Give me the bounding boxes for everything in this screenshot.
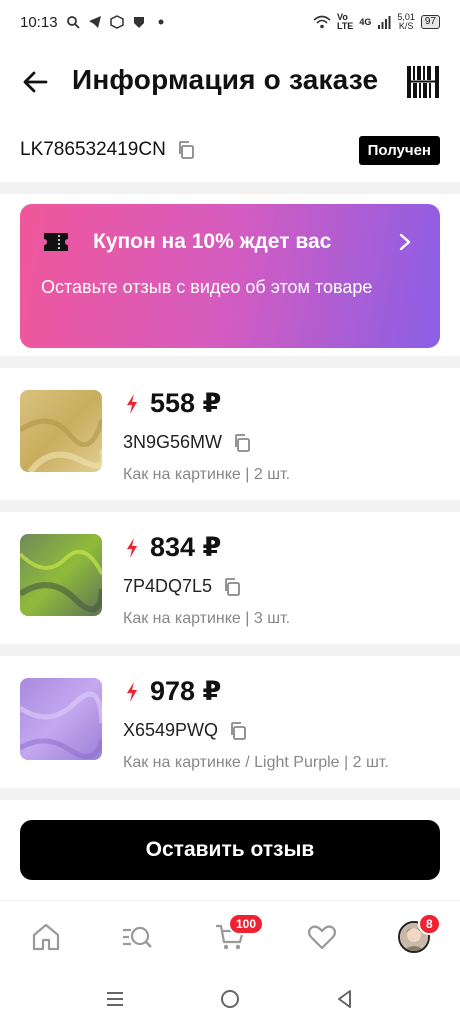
price-row: 558 ₽: [124, 388, 221, 419]
barcode-icon[interactable]: [406, 64, 440, 100]
dot-status-icon: [158, 19, 164, 25]
tracking-number: LK786532419CN: [20, 139, 166, 160]
cart-badge: 100: [228, 913, 265, 935]
copy-sku-icon[interactable]: [232, 433, 252, 453]
coupon-text: Оставьте отзыв с видео об этом товаре: [41, 277, 373, 297]
speed-label: 5,01 K/S: [397, 12, 415, 31]
product-image-1[interactable]: [20, 390, 102, 472]
divider: [0, 182, 460, 194]
product-image-2[interactable]: [20, 534, 102, 616]
copy-sku-icon[interactable]: [228, 721, 248, 741]
menu-lines-icon[interactable]: [104, 988, 126, 1010]
product-item: 558 ₽ 3N9G56MW Как на картинке | 2 шт.: [0, 366, 460, 498]
back-triangle-icon[interactable]: [334, 988, 356, 1010]
product-price: 558 ₽: [150, 388, 222, 418]
status-left: 10:13: [20, 14, 168, 31]
status-time: 10:13: [20, 13, 58, 31]
product-item: 834 ₽ 7P4DQ7L5 Как на картинке | 3 шт.: [0, 510, 460, 642]
back-arrow-icon[interactable]: [20, 66, 52, 98]
profile-badge: 8: [418, 913, 441, 935]
sku-row: 3N9G56MW: [123, 432, 252, 453]
order-row: LK786532419CN Получен: [20, 132, 440, 168]
sku-row: X6549PWQ: [123, 720, 248, 741]
status-bar: 10:13 Vo LTE 4G 5,01 K/S 97: [0, 0, 460, 44]
net-type-label: Vo LTE: [336, 12, 354, 31]
lightning-icon: [127, 393, 137, 414]
lightning-icon: [127, 537, 137, 558]
product-variant: Как на картинке | 3 шт.: [123, 610, 291, 627]
chevron-right-icon: [399, 233, 411, 251]
header: Информация о заказе: [0, 52, 460, 112]
divider: [0, 788, 460, 800]
system-nav-bar: [0, 972, 460, 1024]
page-title: Информация о заказе: [72, 64, 379, 95]
coupon-banner[interactable]: Купон на 10% ждет вас Оставьте отзыв с в…: [20, 204, 440, 348]
copy-tracking-icon[interactable]: [176, 140, 196, 160]
product-variant: Как на картинке | 2 шт.: [123, 466, 291, 483]
lightning-icon: [127, 681, 137, 702]
home-icon[interactable]: [30, 921, 62, 953]
ticket-icon: [44, 233, 68, 251]
wifi-icon: [313, 15, 331, 29]
copy-sku-icon[interactable]: [222, 577, 242, 597]
product-sku: 3N9G56MW: [123, 432, 223, 452]
signal-label: 4G: [359, 17, 372, 27]
bottom-nav: 100 8: [0, 900, 460, 972]
sku-row: 7P4DQ7L5: [123, 576, 242, 597]
price-row: 834 ₽: [124, 532, 221, 563]
favorites-heart-icon[interactable]: [306, 921, 338, 953]
product-item: 978 ₽ X6549PWQ Как на картинке / Light P…: [0, 654, 460, 786]
product-image-3[interactable]: [20, 678, 102, 760]
shield-status-icon: [133, 17, 144, 28]
home-circle-icon[interactable]: [219, 988, 241, 1010]
order-status-badge: Получен: [358, 135, 440, 165]
coupon-title: Купон на 10% ждет вас: [93, 230, 332, 253]
box-status-icon: [109, 15, 124, 29]
search-status-icon: [66, 16, 80, 29]
product-sku: X6549PWQ: [123, 720, 219, 740]
price-row: 978 ₽: [124, 676, 221, 707]
product-sku: 7P4DQ7L5: [123, 576, 213, 596]
leave-review-button[interactable]: Оставить отзыв: [20, 820, 440, 880]
signal-icon: [378, 16, 391, 29]
battery-level: 97: [420, 15, 440, 29]
product-price: 978 ₽: [150, 676, 222, 706]
telegram-status-icon: [88, 16, 101, 28]
catalog-search-icon[interactable]: [121, 921, 153, 953]
product-price: 834 ₽: [150, 532, 222, 562]
product-variant: Как на картинке / Light Purple | 2 шт.: [123, 754, 389, 771]
status-right: Vo LTE 4G 5,01 K/S 97: [313, 13, 440, 31]
